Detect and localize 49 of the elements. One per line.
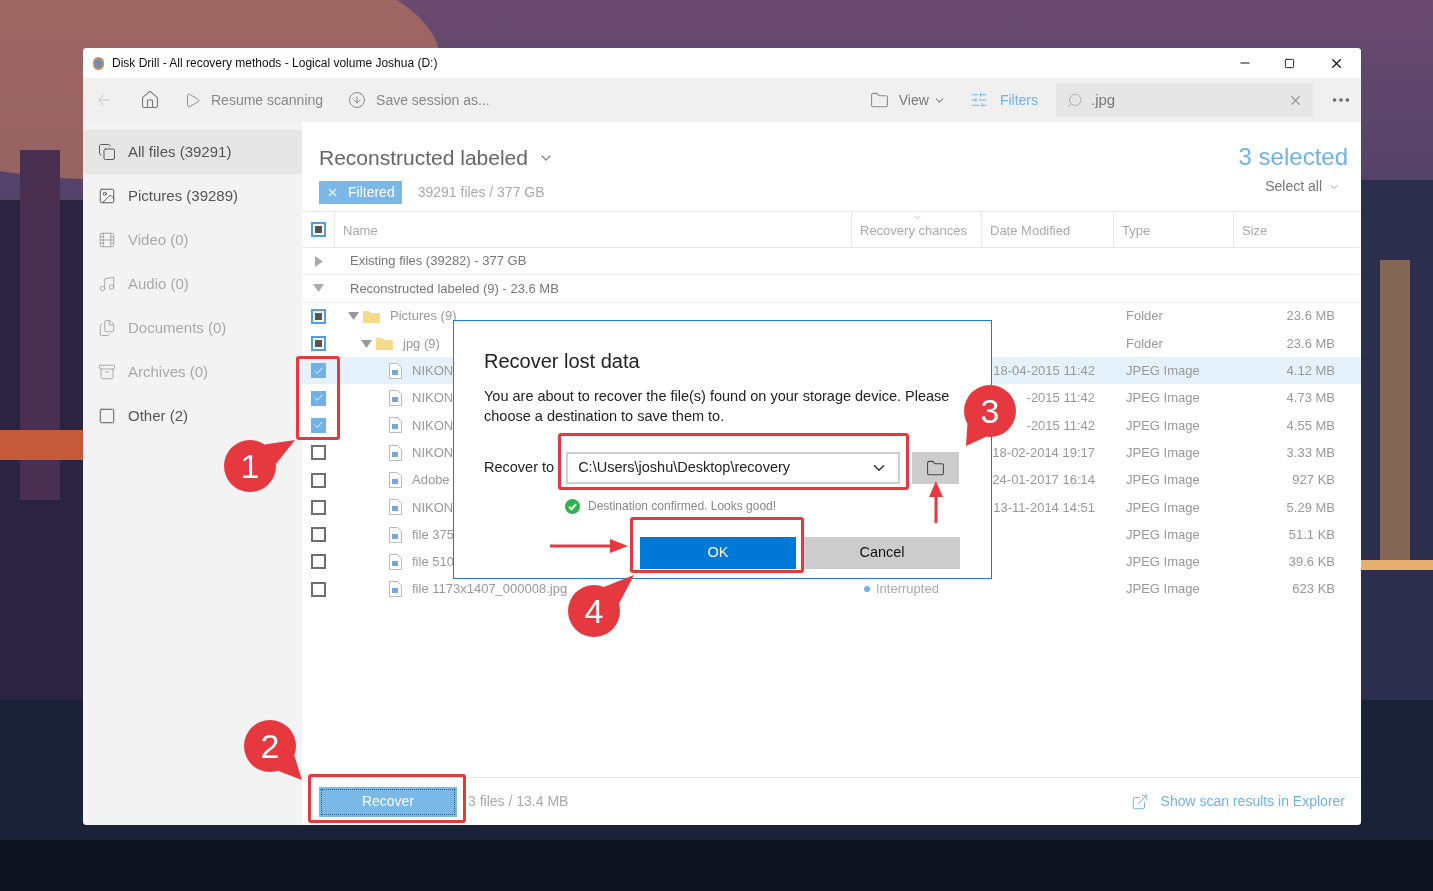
- file-name: jpg (9): [403, 334, 440, 353]
- size-cell-text: 4.12 MB: [1286, 362, 1335, 381]
- date-cell-text: 18-04-2015 11:42: [993, 362, 1095, 381]
- file-name: Adobe: [412, 471, 450, 490]
- date-cell-text: 24-01-2017 16:14: [992, 471, 1095, 490]
- size-cell-text: 5.29 MB: [1286, 498, 1335, 517]
- status-message: Destination confirmed. Looks good!: [588, 498, 777, 515]
- type-cell-text: JPEG Image: [1126, 553, 1200, 572]
- recovery-status: Interrupted: [876, 580, 939, 599]
- type-cell-text: Folder: [1126, 307, 1163, 326]
- type-cell-text: JPEG Image: [1126, 389, 1200, 408]
- field-label: Recover to: [484, 458, 555, 478]
- group-label: Existing files (39282) - 377 GB: [349, 252, 527, 271]
- size-cell-text: 3.33 MB: [1286, 443, 1335, 462]
- size-cell-text: 39.6 KB: [1288, 553, 1335, 572]
- type-cell-text: JPEG Image: [1126, 498, 1200, 517]
- file-name: NIKON: [412, 498, 454, 517]
- group-label: Reconstructed labeled (9) - 23.6 MB: [349, 279, 559, 298]
- size-cell-text: 51.1 KB: [1288, 525, 1335, 544]
- size-cell-text: 623 KB: [1292, 580, 1335, 599]
- size-cell-text: 23.6 MB: [1286, 307, 1335, 326]
- summary-text: 39291 files / 377 GB: [417, 182, 545, 202]
- dialog-title: Recover lost data: [484, 349, 641, 374]
- file-name: file 375: [412, 525, 454, 544]
- type-cell-text: JPEG Image: [1126, 580, 1200, 599]
- type-cell-text: JPEG Image: [1126, 362, 1200, 381]
- file-name: NIKON: [412, 389, 454, 408]
- file-name: file 1173x1407_000008.jpg: [412, 580, 568, 599]
- file-name: file 510: [412, 553, 454, 572]
- date-cell-text: -2015 11:42: [1026, 416, 1095, 435]
- type-cell-text: JPEG Image: [1126, 471, 1200, 490]
- file-name: NIKON: [412, 362, 454, 381]
- type-cell-text: Folder: [1126, 334, 1163, 353]
- date-cell-text: 18-02-2014 19:17: [992, 443, 1095, 462]
- date-cell-text: 13-11-2014 14:51: [993, 498, 1095, 517]
- selection-count: 3 selected: [1238, 142, 1348, 172]
- type-cell-text: JPEG Image: [1126, 525, 1200, 544]
- selection-summary: 3 files / 13.4 MB: [468, 792, 569, 811]
- size-cell-text: 4.55 MB: [1286, 416, 1335, 435]
- dialog-message: You are about to recover the file(s) found on your storage device. Please choose a destination to save them to.: [484, 387, 951, 426]
- file-name: NIKON: [412, 416, 454, 435]
- size-cell-text: 927 KB: [1292, 471, 1335, 490]
- size-cell-text: 23.6 MB: [1286, 334, 1335, 353]
- window-title: Disk Drill - All recovery methods - Logical volume Joshua (D:): [112, 55, 438, 72]
- size-cell-text: 4.73 MB: [1286, 389, 1335, 408]
- date-cell-text: -2015 11:42: [1026, 389, 1095, 408]
- type-cell-text: JPEG Image: [1126, 443, 1200, 462]
- type-cell-text: JPEG Image: [1126, 416, 1200, 435]
- file-name: NIKON: [412, 443, 454, 462]
